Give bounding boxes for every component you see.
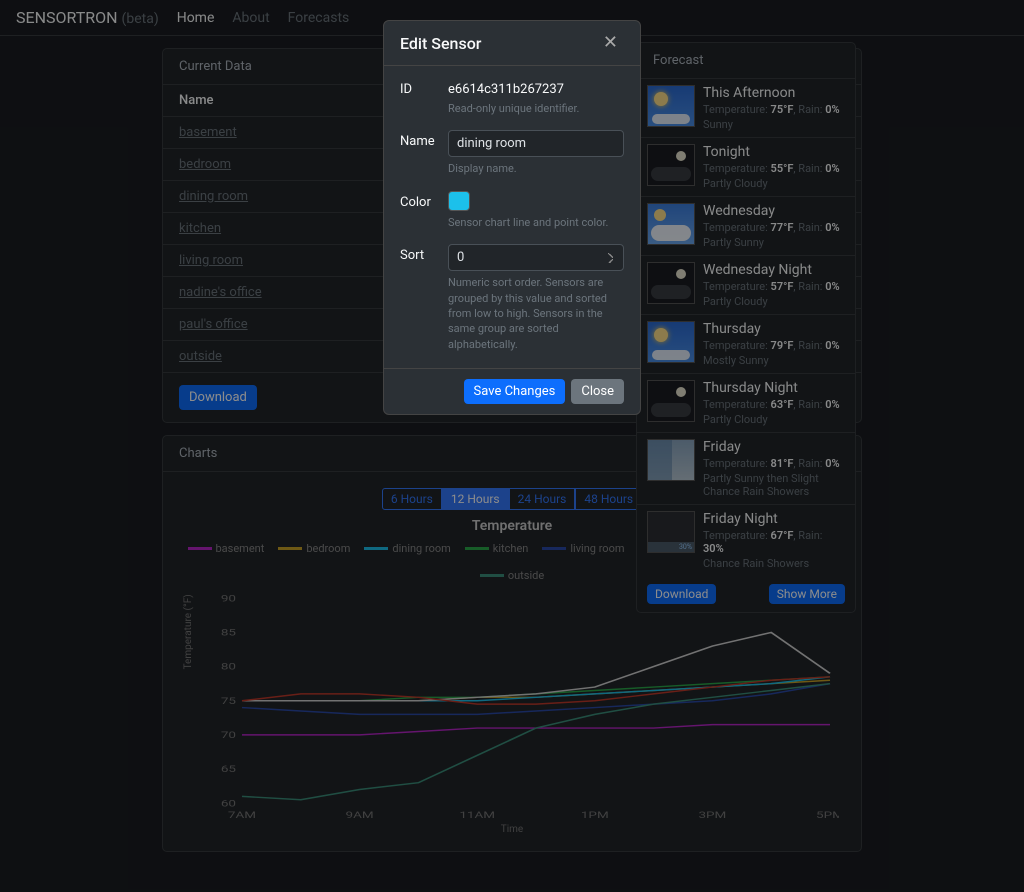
edit-sensor-dialog: Edit Sensor ✕ ID e6614c311b267237 Read-o… <box>383 20 641 415</box>
close-icon[interactable]: ✕ <box>597 33 624 53</box>
save-button[interactable]: Save Changes <box>464 379 566 404</box>
id-label: ID <box>400 78 438 116</box>
color-label: Color <box>400 191 438 230</box>
id-help: Read-only unique identifier. <box>448 101 624 116</box>
sort-input[interactable] <box>448 244 624 271</box>
name-input[interactable] <box>448 130 624 157</box>
close-button[interactable]: Close <box>571 379 624 404</box>
color-help: Sensor chart line and point color. <box>448 215 624 230</box>
sort-help: Numeric sort order. Sensors are grouped … <box>448 275 624 352</box>
color-picker[interactable] <box>448 191 470 211</box>
name-help: Display name. <box>448 161 624 176</box>
id-value: e6614c311b267237 <box>448 78 624 97</box>
sort-label: Sort <box>400 244 438 352</box>
dialog-title: Edit Sensor <box>400 34 481 53</box>
name-label: Name <box>400 130 438 176</box>
